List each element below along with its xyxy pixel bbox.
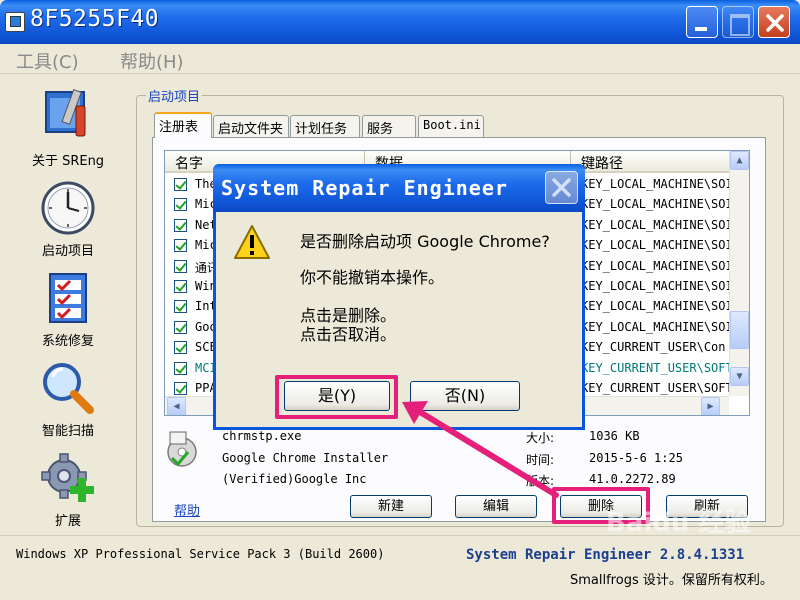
copyright: Smallfrogs 设计。保留所有权利。 [570,573,773,588]
row-checkbox[interactable] [174,382,187,395]
menu-help[interactable]: 帮助(H) [120,48,184,74]
scroll-thumb[interactable] [730,311,749,349]
tab-startup-folder[interactable]: 启动文件夹 [213,115,289,137]
row-key-path: KEY_LOCAL_MACHINE\SOI [581,217,733,232]
detail-company: (Verified)Google Inc [222,472,367,486]
gear-plus-icon [41,453,94,502]
row-checkbox[interactable] [174,361,187,375]
dialog-message-no-hint: 点击否取消。 [300,325,397,344]
scroll-right-button[interactable]: ▶ [701,397,720,415]
detail-size: 1036 KB [589,429,640,443]
row-checkbox[interactable] [174,259,187,273]
window-title: 8F5255F40 [30,6,160,32]
yes-button-highlight [275,375,398,419]
close-icon [552,178,571,197]
detail-version: 41.0.2272.89 [589,472,676,486]
group-title: 启动项目 [146,86,203,105]
sidebar-item-scan[interactable]: 智能扫描 [18,360,118,442]
magnifier-icon [43,363,94,414]
tab-boot-ini[interactable]: Boot.ini [418,115,484,137]
detail-time: 2015-5-6 1:25 [589,451,683,465]
detail-filename: chrmstp.exe [222,429,302,443]
dialog-title: System Repair Engineer [221,176,508,200]
menu-tools[interactable]: 工具(C) [16,48,79,74]
vertical-scrollbar[interactable]: ▲ ▼ [729,151,749,396]
detail-size-label: 大小: [526,431,555,445]
row-checkbox[interactable] [174,218,187,232]
sidebar-item-label: 扩展 [54,514,81,529]
toolbox-icon [45,88,86,137]
row-key-path: KEY_LOCAL_MACHINE\SOI [581,279,733,293]
row-checkbox[interactable] [174,320,187,334]
sidebar-item-label: 关于 SREng [31,154,105,169]
warning-icon [234,225,270,259]
row-checkbox[interactable] [174,198,187,212]
sidebar-item-about[interactable]: 关于 SREng [18,86,118,170]
checklist-icon [49,273,87,323]
minimize-button[interactable] [686,6,718,38]
row-checkbox[interactable] [174,239,187,253]
confirm-dialog: System Repair Engineer 是否删除启动项 Google Ch… [213,164,585,430]
scroll-down-button[interactable]: ▼ [730,367,749,386]
app-icon [5,12,25,32]
dialog-message-warning: 你不能撤销本操作。 [300,268,445,287]
sidebar-item-extend[interactable]: 扩展 [18,450,118,530]
clock-icon [41,181,95,235]
sidebar-item-label: 系统修复 [41,334,94,349]
row-checkbox[interactable] [174,280,187,293]
detail-time-label: 时间: [526,453,555,467]
detail-description: Google Chrome Installer [222,451,389,465]
watermark: Baidu 经验 [606,508,751,538]
row-key-path: KEY_CURRENT_USER\SOFT [581,381,733,395]
dialog-message-question: 是否删除启动项 Google Chrome? [300,232,550,251]
tab-registry[interactable]: 注册表 [154,112,212,138]
row-key-path: KEY_LOCAL_MACHINE\SOI [581,258,733,273]
no-button[interactable]: 否(N) [410,381,520,411]
maximize-button[interactable] [722,6,754,38]
row-key-path: KEY_CURRENT_USER\Con [581,340,726,355]
sidebar-item-label: 智能扫描 [41,424,94,439]
scroll-left-button[interactable]: ◀ [167,397,186,415]
row-key-path: KEY_LOCAL_MACHINE\SOI [581,177,733,191]
row-checkbox[interactable] [174,341,187,355]
row-key-path: KEY_LOCAL_MACHINE\SOI [581,238,733,253]
title-bar[interactable]: 8F5255F40 [0,0,800,44]
tab-services[interactable]: 服务 [362,115,416,137]
sidebar-item-startup[interactable]: 启动项目 [18,180,118,262]
close-icon [766,14,784,32]
help-link[interactable]: 帮助 [174,500,200,519]
installer-icon [167,431,197,467]
scroll-up-button[interactable]: ▲ [730,151,749,170]
row-key-path: KEY_LOCAL_MACHINE\SOI [581,197,733,212]
dialog-title-bar[interactable]: System Repair Engineer [213,164,585,212]
dialog-close-button[interactable] [545,171,578,204]
edit-button[interactable]: 编辑 [455,495,537,518]
sidebar-item-repair[interactable]: 系统修复 [18,270,118,352]
os-info: Windows XP Professional Service Pack 3 (… [16,547,385,561]
product-version: System Repair Engineer 2.8.4.1331 [466,547,745,563]
row-key-path: KEY_LOCAL_MACHINE\SOI [581,319,733,334]
row-checkbox[interactable] [174,300,187,314]
menu-bar: 工具(C) 帮助(H) [0,44,800,74]
row-key-path: KEY_LOCAL_MACHINE\SOI [581,299,733,314]
tab-scheduled-tasks[interactable]: 计划任务 [290,115,360,137]
close-button[interactable] [758,6,790,38]
row-checkbox[interactable] [174,178,187,191]
dialog-body: 是否删除启动项 Google Chrome? 你不能撤销本操作。 点击是删除。 … [216,212,582,427]
detail-version-label: 版本: [526,474,555,488]
sidebar-item-label: 启动项目 [41,244,94,259]
status-bar: Windows XP Professional Service Pack 3 (… [0,535,800,600]
new-button[interactable]: 新建 [350,495,432,518]
column-header-keypath[interactable]: 键路径 [571,151,731,173]
row-key-path: KEY_CURRENT_USER\SOFT [581,360,733,375]
